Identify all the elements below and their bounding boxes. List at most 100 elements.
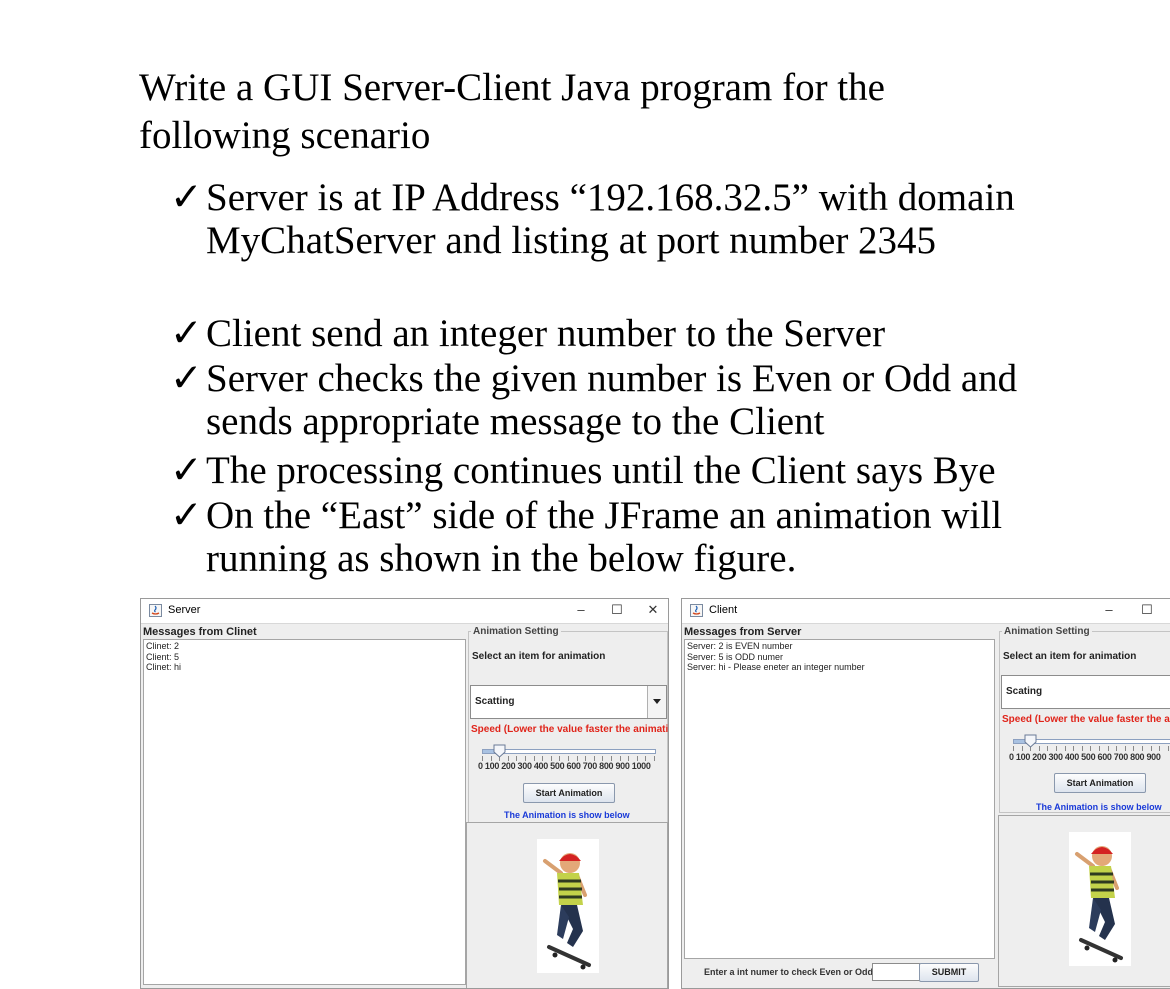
slider-tick (1142, 746, 1143, 751)
animation-caption: The Animation is show below (1036, 802, 1162, 812)
slider-tick (1065, 746, 1066, 751)
checkmark-icon: ✓ (170, 357, 203, 400)
slider-tick (1151, 746, 1152, 751)
slider-tick (525, 756, 526, 761)
maximize-button[interactable]: ☐ (1137, 602, 1157, 618)
submit-button[interactable]: SUBMIT (919, 963, 979, 982)
window-title: Server (168, 604, 201, 616)
slider-tick (516, 756, 517, 761)
bullet-1: ✓Server is at IP Address “192.168.32.5” … (170, 176, 1046, 262)
minimize-button[interactable]: – (571, 602, 591, 617)
slider-thumb[interactable] (493, 744, 506, 758)
skateboarder-image (1069, 832, 1131, 966)
message-line: Clinet: 2 (146, 641, 180, 651)
slider-tick (1056, 746, 1057, 751)
slider-thumb[interactable] (1024, 734, 1037, 748)
slider-tick (637, 756, 638, 761)
close-button[interactable]: ✕ (643, 602, 663, 618)
message-line: Client: 5 (146, 651, 180, 662)
number-input[interactable] (872, 963, 920, 981)
slider-tick (594, 756, 595, 761)
animation-setting-legend: Animation Setting (1002, 626, 1092, 637)
messages-textarea[interactable]: Clinet: 2 Client: 5 Clinet: hi (143, 639, 466, 985)
slider-tick (1099, 746, 1100, 751)
animation-area (998, 815, 1170, 987)
minimize-button[interactable]: – (1099, 602, 1119, 617)
server-titlebar: Server – ☐ ✕ (141, 599, 668, 624)
animation-select[interactable]: Scatting (470, 685, 667, 719)
window-title: Client (709, 604, 738, 616)
maximize-button[interactable]: ☐ (607, 602, 627, 618)
slider-tick (559, 756, 560, 761)
bullet-2: ✓Client send an integer number to the Se… (170, 312, 1046, 355)
messages-textarea[interactable]: Server: 2 is EVEN number Server: 5 is OD… (684, 639, 995, 959)
client-window: Client – ☐ Messages from Server Server: … (681, 598, 1170, 989)
start-animation-button[interactable]: Start Animation (1054, 773, 1146, 793)
slider-tick (1125, 746, 1126, 751)
slider-tick (602, 756, 603, 761)
bullet-4: ✓The processing continues until the Clie… (170, 449, 1046, 492)
slider-tick-labels: 0 100 200 300 400 500 600 700 800 900 (1009, 752, 1161, 762)
slider-tick (1013, 746, 1014, 751)
slider-tick (628, 756, 629, 761)
slider-tick (568, 756, 569, 761)
slider-tick (1022, 746, 1023, 751)
speed-label: Speed (Lower the value faster the anima (1002, 714, 1170, 725)
start-animation-button[interactable]: Start Animation (523, 783, 615, 803)
message-line: Server: hi - Please eneter an integer nu… (687, 662, 865, 672)
animation-select-value: Scatting (475, 696, 515, 707)
document-title: Write a GUI Server-Client Java program f… (139, 66, 885, 157)
select-item-label: Select an item for animation (472, 651, 606, 662)
speed-label: Speed (Lower the value faster the animat… (471, 724, 669, 735)
slider-tick (491, 756, 492, 761)
slider-tick (542, 756, 543, 761)
messages-label: Messages from Server (684, 626, 802, 638)
checkmark-icon: ✓ (170, 312, 203, 355)
bullet-text: Server is at IP Address “192.168.32.5” w… (206, 176, 1015, 262)
animation-select[interactable]: Scating (1001, 675, 1170, 709)
slider-tick (1168, 746, 1169, 751)
messages-label: Messages from Clinet (143, 626, 257, 638)
slider-tick (577, 756, 578, 761)
message-line: Server: 5 is ODD numer (687, 651, 784, 662)
skateboarder-image (537, 839, 599, 973)
checkmark-icon: ✓ (170, 449, 203, 492)
java-app-icon (149, 604, 162, 617)
java-app-icon (690, 604, 703, 617)
checkmark-icon: ✓ (170, 494, 203, 537)
slider-tick (1159, 746, 1160, 751)
bullet-text: The processing continues until the Clien… (206, 449, 996, 492)
slider-tick (645, 756, 646, 761)
animation-setting-legend: Animation Setting (471, 626, 561, 637)
slider-tick (1073, 746, 1074, 751)
slider-tick (551, 756, 552, 761)
slider-tick (1090, 746, 1091, 751)
slider-tick (654, 756, 655, 761)
chevron-down-icon[interactable] (647, 686, 666, 718)
bullet-3: ✓Server checks the given number is Even … (170, 357, 1046, 443)
slider-tick (1108, 746, 1109, 751)
server-window: Server – ☐ ✕ Messages from Clinet Clinet… (140, 598, 669, 989)
bullet-text: Client send an integer number to the Ser… (206, 312, 886, 355)
animation-select-value: Scating (1006, 686, 1043, 697)
checkmark-icon: ✓ (170, 176, 203, 219)
slider-tick (1082, 746, 1083, 751)
message-line: Clinet: hi (146, 662, 182, 672)
slider-tick (1047, 746, 1048, 751)
slider-tick (611, 756, 612, 761)
slider-tick (1133, 746, 1134, 751)
slider-tick (482, 756, 483, 761)
slider-tick-labels: 0 100 200 300 400 500 600 700 800 900 10… (478, 761, 651, 771)
slider-tick (1116, 746, 1117, 751)
animation-area (466, 822, 668, 988)
slider-ticks (482, 756, 655, 762)
document-text: Write a GUI Server-Client Java program f… (0, 0, 1170, 590)
message-line: Server: 2 is EVEN number (687, 641, 793, 651)
input-label: Enter a int numer to check Even or Odd (704, 967, 874, 977)
bullet-text: On the “East” side of the JFrame an anim… (206, 494, 1003, 580)
slider-tick (1039, 746, 1040, 751)
client-titlebar: Client – ☐ (682, 599, 1170, 624)
slider-tick (620, 756, 621, 761)
slider-tick (585, 756, 586, 761)
slider-track[interactable] (482, 749, 656, 754)
